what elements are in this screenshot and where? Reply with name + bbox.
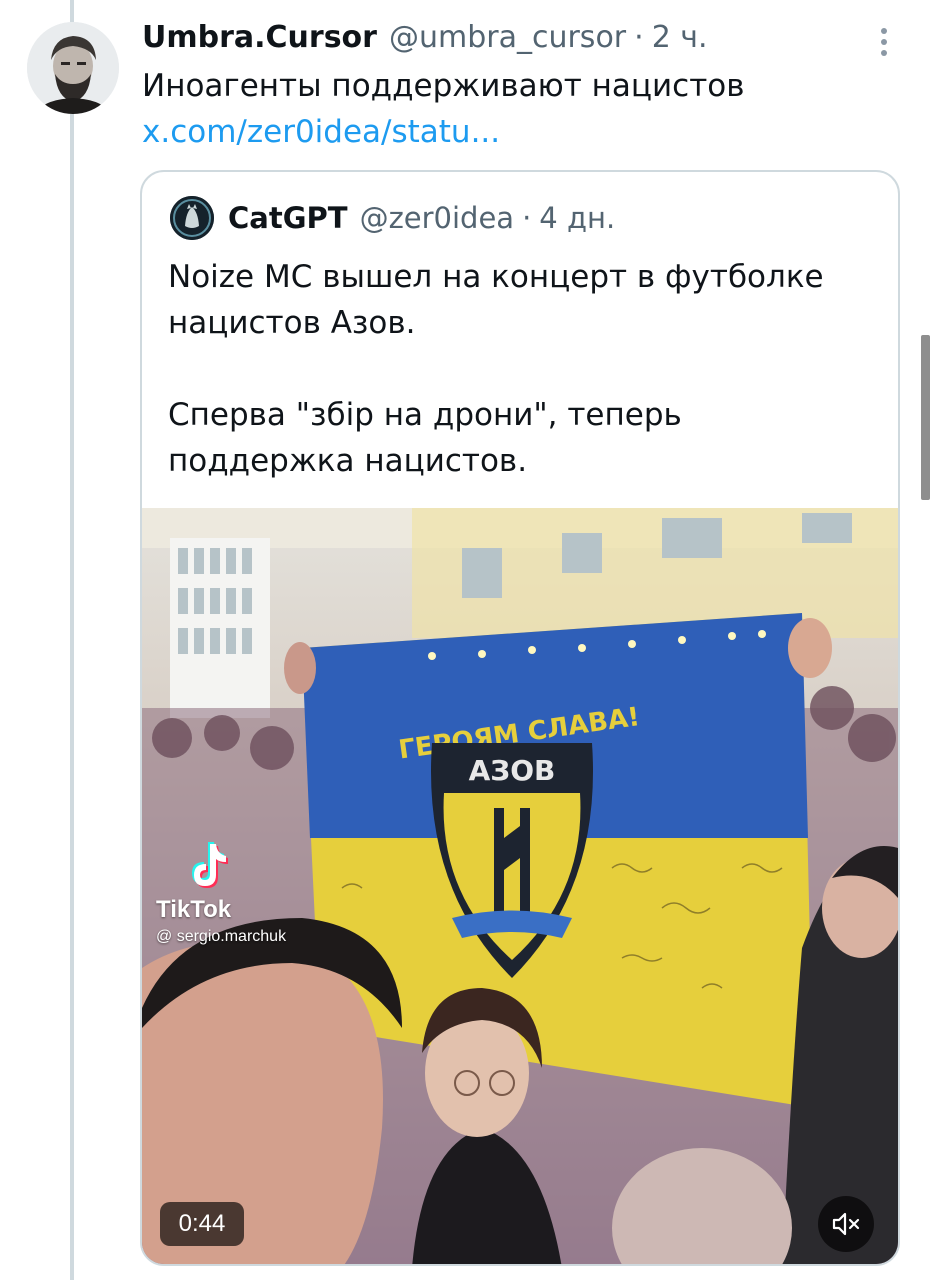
author-handle[interactable]: @umbra_cursor: [389, 18, 626, 58]
tweet-header: Umbra.Cursor @umbra_cursor · 2 ч.: [142, 18, 708, 58]
quoted-author-avatar[interactable]: [170, 196, 214, 240]
quoted-tweet-text: Noize MC вышел на концерт в футболке нац…: [168, 254, 888, 484]
quoted-text-line: поддержка нацистов.: [168, 443, 528, 479]
scrollbar-thumb[interactable]: [921, 335, 930, 500]
tiktok-brand-text: TikTok: [156, 896, 232, 923]
tweet-link[interactable]: x.com/zer0idea/statu...: [142, 110, 500, 154]
quoted-text-line: Сперва "збір на дрони", теперь: [168, 397, 682, 433]
quoted-text-line: Noize MC вышел на концерт в футболке: [168, 259, 824, 295]
quoted-text-line: нацистов Азов.: [168, 305, 416, 341]
quoted-tweet-card[interactable]: CatGPT @zer0idea · 4 дн. Noize MC вышел …: [140, 170, 900, 1266]
vertical-ellipsis-icon[interactable]: [868, 22, 900, 62]
author-display-name[interactable]: Umbra.Cursor: [142, 18, 377, 58]
tiktok-username: @ sergio.marchuk: [156, 928, 287, 945]
mute-button[interactable]: [818, 1196, 874, 1252]
flag-emblem-text: АЗОВ: [469, 754, 556, 787]
quoted-tweet-timestamp[interactable]: 4 дн.: [539, 196, 615, 240]
video-player[interactable]: ГЕРОЯМ СЛАВА! АЗОВ TikTok @ sergio.march…: [142, 508, 898, 1264]
thread-connector-line: [70, 0, 74, 1280]
quoted-author-display-name[interactable]: CatGPT: [228, 196, 348, 240]
quoted-author-handle[interactable]: @zer0idea: [360, 196, 515, 240]
tiktok-watermark: TikTok @ sergio.marchuk: [156, 840, 376, 950]
tiktok-logo-icon: [186, 840, 232, 892]
tweet-timestamp[interactable]: 2 ч.: [652, 18, 708, 58]
header-separator: ·: [634, 20, 644, 55]
tweet-text: Иноагенты поддерживают нацистов: [142, 68, 745, 104]
quoted-tweet-header: CatGPT @zer0idea · 4 дн.: [228, 196, 615, 240]
volume-muted-icon: [832, 1212, 860, 1236]
video-duration-badge: 0:44: [160, 1202, 244, 1246]
quoted-header-separator: ·: [522, 201, 532, 235]
author-avatar[interactable]: [27, 22, 119, 114]
